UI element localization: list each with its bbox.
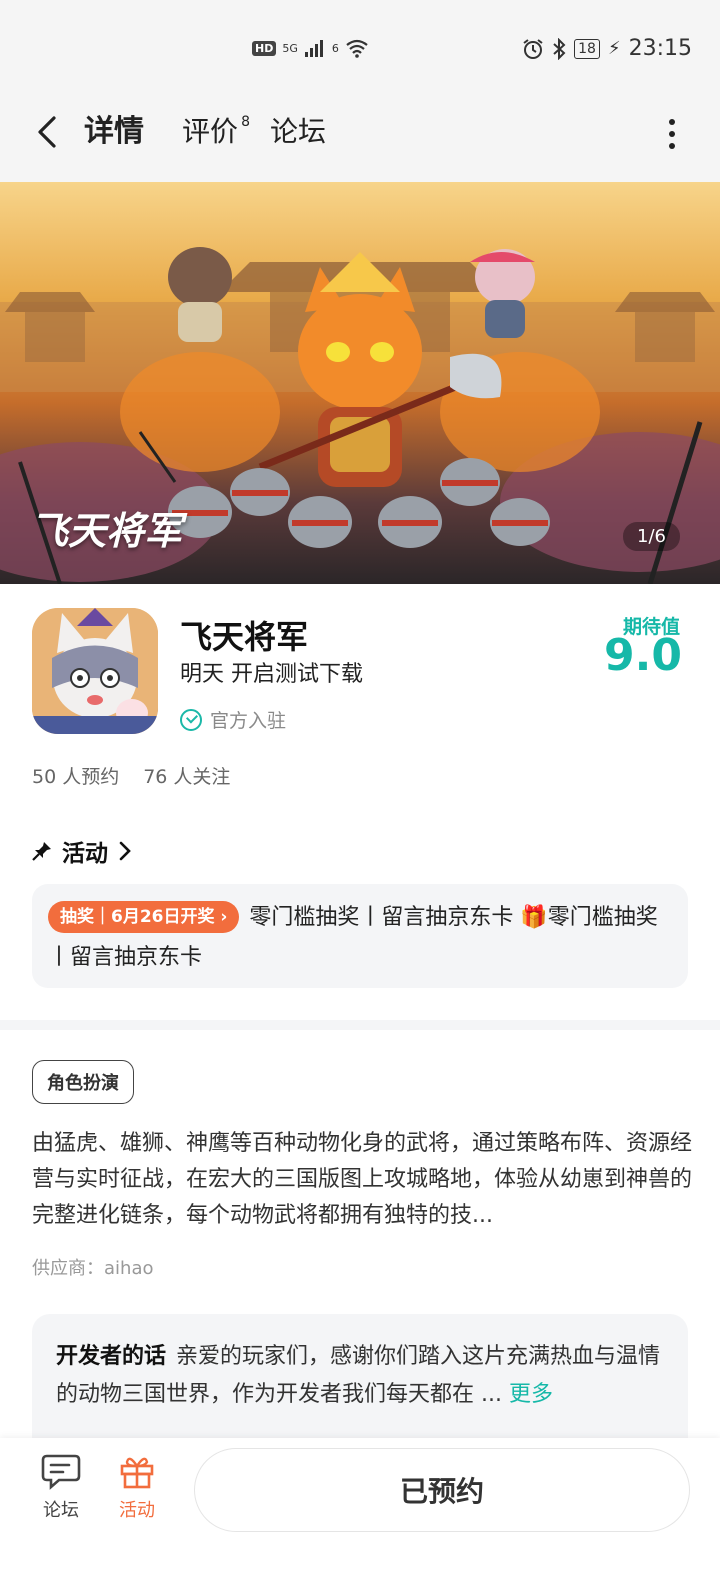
signal-icon: [304, 40, 323, 57]
network-indicators: HD 5G 6: [252, 38, 369, 58]
battery-icon: 18: [574, 38, 600, 59]
review-count-badge: 8: [241, 114, 251, 130]
developer-note-more-link[interactable]: 更多: [509, 1382, 553, 1407]
pin-icon: [32, 842, 51, 861]
banner-page-counter: 1/6: [623, 522, 680, 551]
tab-review-label: 评价: [182, 115, 239, 148]
wifi-icon: [346, 39, 368, 58]
tab-forum-label: 论坛: [270, 115, 327, 148]
activity-shortcut-label: 活动: [119, 1500, 155, 1521]
hero-banner[interactable]: 飞天将军 1/6: [0, 182, 720, 584]
verified-check-icon: [180, 708, 202, 731]
lottery-badge[interactable]: 抽奖｜6月26日开奖 ›: [48, 901, 240, 933]
app-release-info: 明天 开启测试下载: [180, 662, 363, 687]
activity-section-title: 活动: [62, 841, 108, 867]
tab-forum[interactable]: 论坛: [270, 112, 326, 152]
genre-tag[interactable]: 角色扮演: [32, 1060, 134, 1104]
section-divider: [0, 1020, 720, 1030]
game-description[interactable]: 由猛虎、雄狮、神鹰等百种动物化身的武将，通过策略布阵、资源经营与实时征战，在宏大…: [32, 1126, 692, 1234]
gift-icon: [120, 1457, 154, 1489]
banner-game-logo: 飞天将军: [30, 508, 183, 553]
activity-card[interactable]: 抽奖｜6月26日开奖 › 零门槛抽奖丨留言抽京东卡 🎁零门槛抽奖丨留言抽京东卡: [32, 884, 688, 988]
developer-note-title: 开发者的话: [56, 1344, 167, 1369]
bluetooth-icon: [553, 37, 566, 60]
reserved-button[interactable]: 已预约: [194, 1448, 690, 1532]
forum-chat-icon: [41, 1454, 81, 1490]
chevron-right-icon: [119, 841, 131, 861]
official-badge: 官方入驻: [180, 706, 286, 733]
wifi-gen-label: 6: [331, 41, 339, 55]
activity-section-header[interactable]: 活动: [32, 834, 132, 868]
activity-shortcut[interactable]: 活动: [102, 1452, 172, 1522]
app-icon-artwork: [32, 608, 158, 734]
app-name: 飞天将军: [180, 618, 309, 656]
tab-detail-label: 详情: [84, 114, 144, 149]
charging-icon: ⚡: [607, 38, 621, 59]
forum-shortcut[interactable]: 论坛: [26, 1452, 96, 1522]
app-stats: 50 人预约 76 人关注: [32, 762, 230, 789]
tab-review[interactable]: 评价 8: [182, 112, 250, 152]
hd-icon: HD: [252, 40, 277, 56]
network-label: 5G: [282, 41, 298, 55]
status-bar: HD 5G 6 18 ⚡ 23:15: [0, 0, 720, 100]
expectation-score: 9.0: [604, 630, 682, 681]
reservation-count: 50 人预约: [32, 766, 120, 788]
developer-note-card[interactable]: 开发者的话 亲爱的玩家们，感谢你们踏入这片充满热血与温情的动物三国世界，作为开发者…: [32, 1314, 688, 1454]
more-options-icon[interactable]: [662, 116, 682, 152]
forum-shortcut-label: 论坛: [43, 1500, 79, 1521]
app-icon: [32, 608, 158, 734]
top-nav: 详情 评价 8 论坛: [0, 100, 720, 182]
back-icon[interactable]: [28, 112, 68, 152]
bottom-action-bar: 论坛 活动 已预约: [0, 1438, 720, 1584]
system-indicators: 18 ⚡ 23:15: [522, 36, 692, 61]
tab-detail[interactable]: 详情: [80, 112, 148, 152]
clock: 23:15: [628, 36, 692, 61]
alarm-icon: [523, 38, 543, 59]
vendor-label: 供应商：aihao: [32, 1258, 154, 1279]
official-label: 官方入驻: [210, 710, 287, 732]
follower-count: 76 人关注: [143, 766, 231, 788]
